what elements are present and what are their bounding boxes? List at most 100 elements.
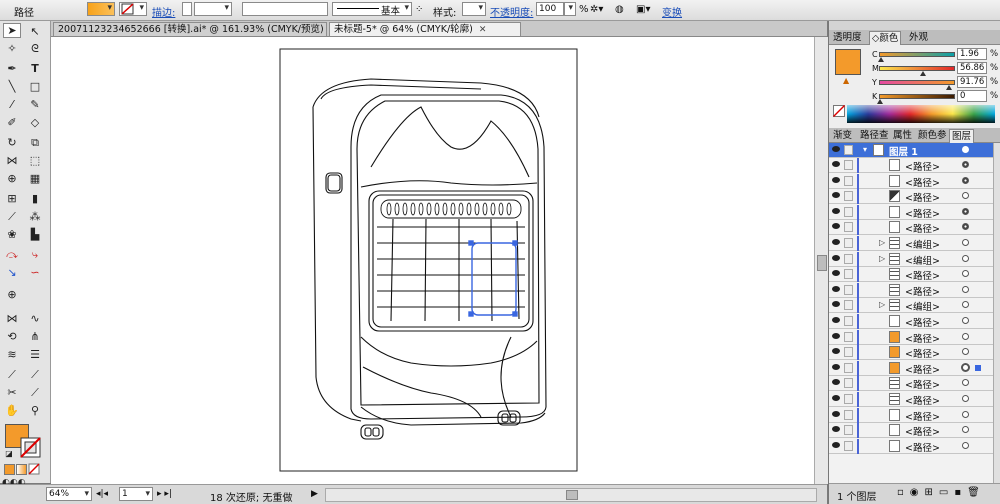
layer-name[interactable]: <路径> — [905, 424, 940, 438]
tab-color[interactable]: ◇颜色 — [869, 31, 902, 45]
eraser-curve-tool-icon[interactable]: ∽ — [26, 265, 44, 280]
lock-toggle[interactable] — [844, 347, 853, 358]
visibility-eye-icon[interactable] — [832, 254, 840, 261]
target-icon[interactable] — [962, 332, 969, 340]
stroke-link[interactable]: 描边: — [152, 4, 175, 19]
pucker-tool-icon[interactable]: ⋔ — [26, 329, 44, 344]
default-colors-icon[interactable]: ◪ — [0, 446, 18, 461]
scrollbar-thumb[interactable] — [566, 490, 578, 500]
gradient-tool-icon[interactable]: ▮ — [26, 191, 44, 206]
transform-link[interactable]: 变换 — [662, 4, 682, 19]
tab-transparency[interactable]: 透明度 — [831, 31, 864, 44]
target-icon[interactable] — [962, 270, 969, 278]
layer-item-row[interactable]: <路径> — [829, 376, 993, 392]
lock-toggle[interactable] — [844, 175, 853, 186]
brush-definition-dropdown[interactable]: 基本 — [332, 2, 412, 17]
layer-name[interactable]: <路径> — [905, 268, 940, 282]
visibility-eye-icon[interactable] — [832, 332, 840, 339]
target-icon[interactable] — [962, 317, 969, 324]
status-menu-icon[interactable]: ▶ — [311, 489, 318, 499]
lock-toggle[interactable] — [844, 238, 853, 248]
zoom-dropdown[interactable]: 64% — [46, 487, 92, 501]
visibility-eye-icon[interactable] — [832, 161, 840, 167]
opacity-link[interactable]: 不透明度: — [490, 4, 533, 19]
visibility-eye-icon[interactable] — [832, 146, 840, 152]
layer-name[interactable]: <路径> — [905, 206, 940, 220]
warp-tool-icon[interactable]: ∿ — [26, 311, 44, 326]
target-icon[interactable] — [962, 223, 969, 231]
layer-item-row[interactable]: <路径> — [829, 204, 993, 220]
visibility-eye-icon[interactable] — [832, 285, 840, 292]
canvas-area[interactable] — [51, 37, 814, 484]
layer-item-row[interactable]: <路径> — [829, 282, 993, 298]
layer-item-row[interactable]: <路径> — [829, 329, 993, 345]
expand-triangle-icon[interactable]: ▷ — [879, 238, 885, 247]
channel-y-marker[interactable] — [946, 85, 952, 90]
fill-color-dropdown[interactable] — [87, 2, 115, 16]
lock-toggle[interactable] — [844, 160, 853, 170]
layer-item-row[interactable]: <路径> — [829, 158, 993, 173]
lock-toggle[interactable] — [844, 206, 853, 217]
envelope-tool-icon[interactable]: ⋈ — [3, 311, 21, 326]
layer-item-row[interactable]: ▷ <编组> — [829, 298, 993, 314]
target-icon[interactable] — [962, 285, 969, 293]
layer-item-row[interactable]: <路径> — [829, 407, 993, 423]
layer-name[interactable]: <编组> — [905, 299, 940, 313]
channel-k-marker[interactable] — [877, 99, 883, 104]
shape-builder-tool-icon[interactable]: ⊕ — [3, 171, 21, 186]
layer-item-row[interactable]: <路径> — [829, 189, 993, 205]
visibility-eye-icon[interactable] — [832, 410, 840, 417]
lock-toggle[interactable] — [844, 300, 853, 311]
target-icon[interactable] — [962, 441, 969, 449]
twirl-tool-icon[interactable]: ⟲ — [3, 329, 21, 344]
layer-item-row[interactable]: ▷ <编组> — [829, 251, 993, 267]
scrollbar-thumb[interactable] — [817, 255, 827, 271]
tab-gradient[interactable]: 渐变 — [831, 129, 854, 142]
target-icon[interactable] — [962, 254, 969, 262]
tab-color-guide[interactable]: 颜色参 — [916, 129, 949, 142]
gradient-mode-icon[interactable] — [16, 464, 27, 475]
magic-wand-tool-icon[interactable]: ✧ — [3, 41, 21, 56]
paintbrush-tool-icon[interactable]: ⁄ — [3, 97, 21, 112]
canvas-vertical-scrollbar[interactable] — [814, 37, 828, 484]
hand-tool-icon[interactable]: ✋ — [3, 403, 21, 418]
layer-row-top[interactable]: ▾ 图层 1 — [829, 143, 993, 158]
layer-item-row[interactable]: <路径> — [829, 267, 993, 283]
visibility-eye-icon[interactable] — [832, 363, 840, 370]
layer-item-row[interactable]: <路径> — [829, 345, 993, 361]
layer-name[interactable]: <路径> — [905, 284, 940, 298]
layer-item-row[interactable]: <路径> — [829, 220, 993, 236]
visibility-eye-icon[interactable] — [832, 239, 840, 245]
opacity-input[interactable]: 100 — [536, 2, 564, 16]
channel-k-input[interactable]: 0 — [957, 90, 987, 102]
lock-toggle[interactable] — [844, 145, 853, 155]
layer-name[interactable]: <路径> — [905, 377, 940, 391]
layer-footer-buttons-icon[interactable]: ▫◉⊞▭▪🗑 — [897, 487, 986, 498]
target-icon[interactable] — [962, 207, 969, 215]
lock-toggle[interactable] — [844, 425, 853, 436]
channel-m-slider[interactable] — [879, 66, 955, 71]
none-swatch-icon[interactable] — [833, 105, 845, 117]
document-setup-icon[interactable]: ◍ — [615, 4, 624, 15]
direct-selection-tool-icon[interactable]: ↖ — [26, 24, 44, 39]
tab-appearance[interactable]: 外观 — [907, 31, 930, 44]
knife-tool-icon[interactable]: ⟋ — [26, 385, 44, 400]
channel-m-input[interactable]: 56.86 — [957, 62, 987, 74]
channel-c-marker[interactable] — [878, 57, 884, 62]
tab-attributes[interactable]: 属性 — [891, 129, 914, 142]
layer-name[interactable]: <路径> — [905, 190, 940, 204]
lock-toggle[interactable] — [844, 284, 853, 295]
channel-k-slider[interactable] — [879, 94, 955, 99]
channel-y-input[interactable]: 91.76 — [957, 76, 987, 88]
visibility-eye-icon[interactable] — [832, 317, 840, 323]
eyedropper-2-tool-icon[interactable]: ⟋ — [3, 367, 21, 382]
lock-toggle[interactable] — [844, 191, 853, 202]
target-icon[interactable] — [962, 301, 969, 309]
lock-toggle[interactable] — [844, 378, 853, 389]
layer-name[interactable]: <路径> — [905, 159, 940, 173]
target-icon[interactable] — [962, 379, 969, 387]
tab-layers[interactable]: 图层 — [949, 129, 975, 143]
layer-name[interactable]: 图层 1 — [889, 144, 918, 158]
layer-name[interactable]: <路径> — [905, 440, 940, 454]
width-tool-icon[interactable]: ⋈ — [3, 153, 21, 168]
